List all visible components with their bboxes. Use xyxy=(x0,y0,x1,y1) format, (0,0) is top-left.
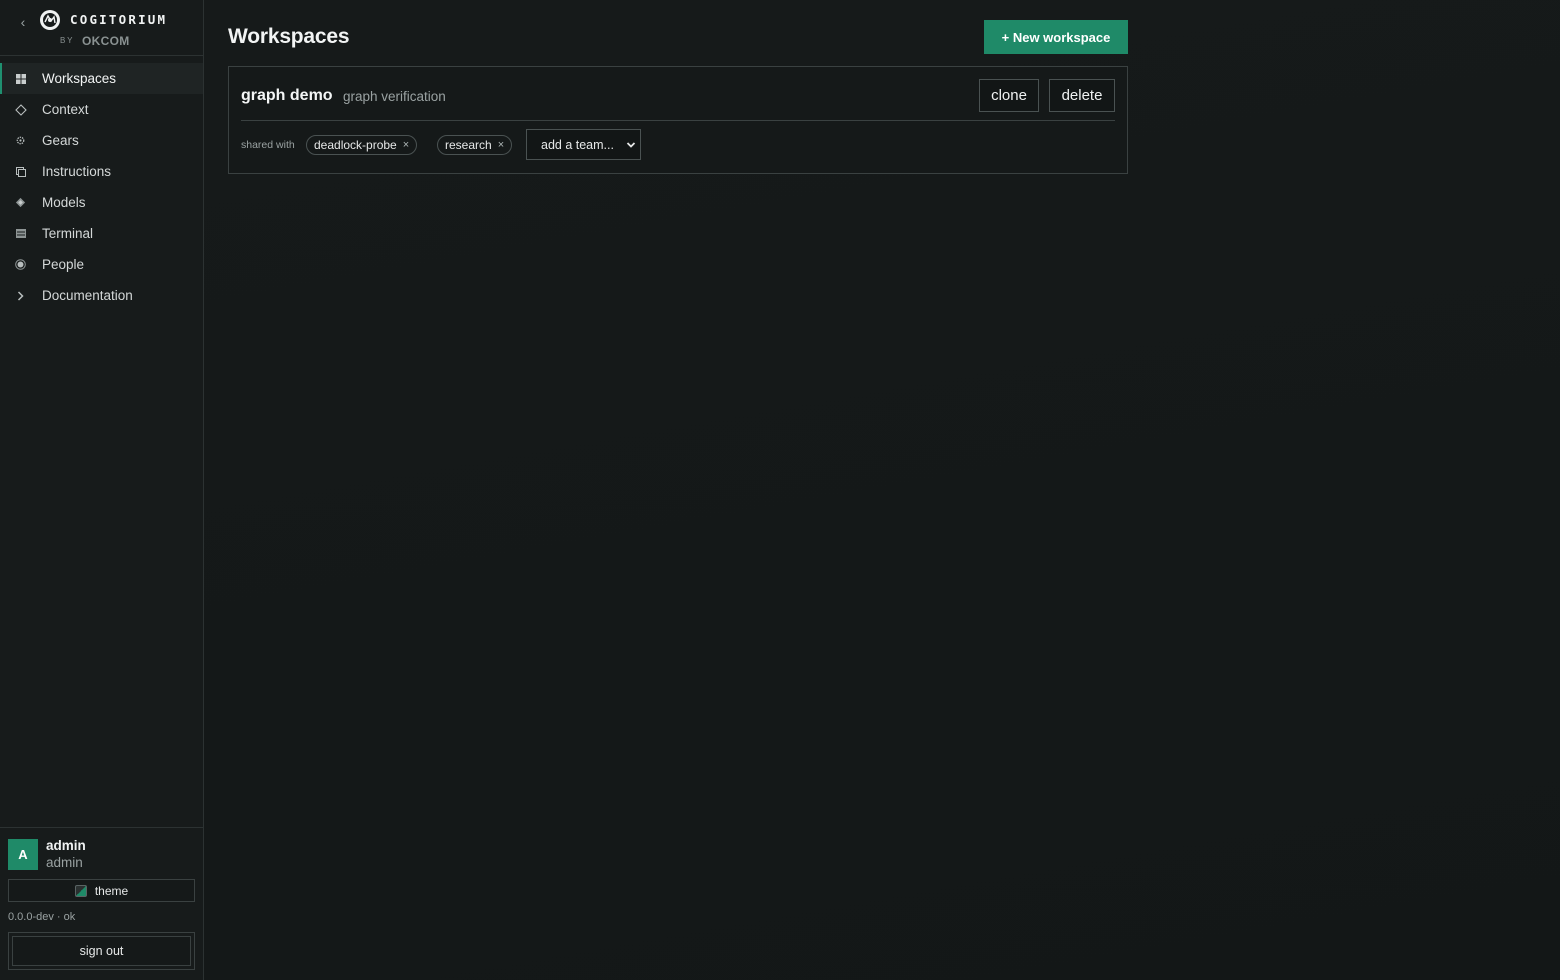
team-chip-label: deadlock-probe xyxy=(314,138,397,152)
collapse-sidebar-icon[interactable]: ‹ xyxy=(17,14,29,30)
sidebar-item-workspaces[interactable]: Workspaces xyxy=(0,63,203,94)
theme-label: theme xyxy=(94,883,129,898)
diamond-filled-icon xyxy=(0,197,42,208)
logo-icon xyxy=(40,10,60,30)
workspace-description: graph verification xyxy=(343,89,446,104)
shared-with-label: shared with xyxy=(241,139,295,151)
sidebar-item-people[interactable]: People xyxy=(0,249,203,280)
sidebar-item-label: Workspaces xyxy=(42,71,117,86)
sidebar-item-label: Gears xyxy=(42,133,79,148)
sidebar-item-terminal[interactable]: Terminal xyxy=(0,218,203,249)
version-status: 0.0.0-dev · ok xyxy=(8,911,76,923)
remove-team-icon[interactable]: × xyxy=(498,139,504,151)
sidebar: ‹ COGITORIUM BY OKCOM Workspaces Context… xyxy=(0,0,204,980)
team-chip-label: research xyxy=(445,138,492,152)
sidebar-item-label: Models xyxy=(42,195,86,210)
chevron-down-icon xyxy=(626,142,636,148)
chevron-right-icon xyxy=(0,290,42,301)
card-divider xyxy=(241,120,1115,121)
add-team-select[interactable]: add a team... xyxy=(526,129,641,160)
page-title: Workspaces xyxy=(228,25,350,48)
sidebar-footer: A admin admin theme 0.0.0-dev · ok sign … xyxy=(0,827,203,980)
sidebar-item-gears[interactable]: Gears xyxy=(0,125,203,156)
user-role: admin xyxy=(46,855,83,870)
sidebar-item-context[interactable]: Context xyxy=(0,94,203,125)
brand-header: ‹ COGITORIUM BY OKCOM xyxy=(0,0,203,56)
brand-by: BY xyxy=(60,36,75,45)
person-icon xyxy=(0,259,42,270)
app-root: ‹ COGITORIUM BY OKCOM Workspaces Context… xyxy=(0,0,1560,980)
signout-container: sign out xyxy=(8,932,195,970)
gear-icon xyxy=(0,136,42,145)
theme-button[interactable]: theme xyxy=(8,879,195,902)
main-content: Workspaces + New workspace graph demo gr… xyxy=(204,0,1560,980)
workspace-card: graph demo graph verification clone dele… xyxy=(228,66,1128,174)
theme-swatch-icon xyxy=(74,884,87,897)
add-team-placeholder: add a team... xyxy=(541,137,614,152)
diamond-outline-icon xyxy=(0,103,42,116)
sidebar-item-documentation[interactable]: Documentation xyxy=(0,280,203,311)
sidebar-item-label: Instructions xyxy=(42,164,112,179)
team-chip-deadlock-probe: deadlock-probe × xyxy=(306,135,418,155)
workspace-name: graph demo xyxy=(241,87,333,104)
sidebar-item-label: Documentation xyxy=(42,288,133,303)
delete-button[interactable]: delete xyxy=(1049,79,1115,112)
sidebar-nav: Workspaces Context Gears Instructions Mo… xyxy=(0,56,203,311)
sidebar-item-label: Context xyxy=(42,102,89,117)
user-name: admin xyxy=(46,838,86,853)
brand-name: COGITORIUM xyxy=(70,12,168,27)
avatar[interactable]: A xyxy=(8,839,38,870)
sidebar-item-instructions[interactable]: Instructions xyxy=(0,156,203,187)
new-workspace-button[interactable]: + New workspace xyxy=(984,20,1128,54)
document-icon xyxy=(0,166,42,177)
sidebar-item-models[interactable]: Models xyxy=(0,187,203,218)
sign-out-button[interactable]: sign out xyxy=(12,936,191,966)
terminal-icon xyxy=(0,229,42,238)
grid-icon xyxy=(0,73,42,84)
brand-maker: OKCOM xyxy=(82,34,130,48)
team-chip-research: research × xyxy=(437,135,513,155)
sidebar-item-label: Terminal xyxy=(42,226,94,241)
clone-button[interactable]: clone xyxy=(979,79,1039,112)
remove-team-icon[interactable]: × xyxy=(403,139,409,151)
sidebar-item-label: People xyxy=(42,257,85,272)
